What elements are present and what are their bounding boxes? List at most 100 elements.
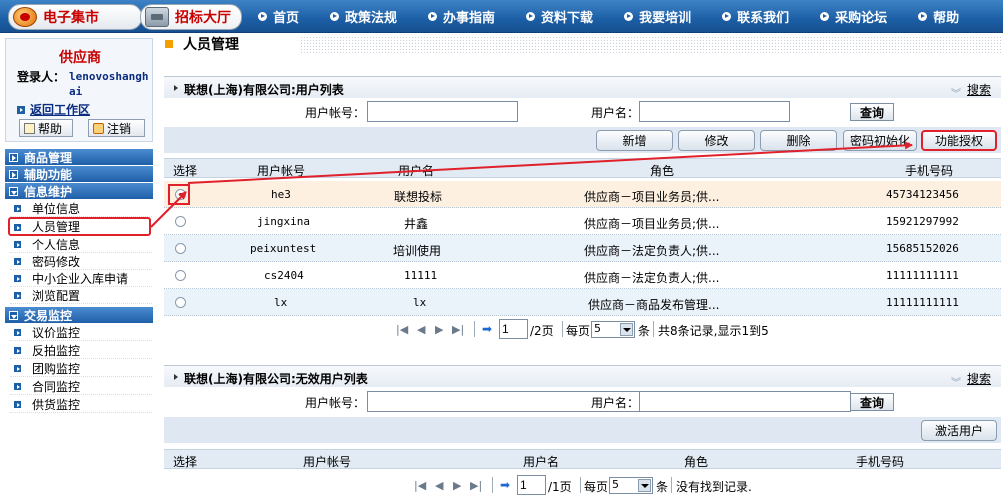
- per-page-value: 5: [612, 478, 619, 491]
- page-number-input[interactable]: [517, 475, 546, 495]
- menu-group-trade-monitor[interactable]: 交易监控: [5, 307, 153, 323]
- tab-e-mall-label: 电子集市: [43, 10, 99, 26]
- menu-item-bargain-monitor[interactable]: 议价监控: [10, 324, 152, 341]
- nav-menu: 首页 政策法规 办事指南 资料下载 我要培训 联系我们 采购论坛 帮助: [258, 0, 959, 33]
- per-page-select[interactable]: 5: [609, 477, 653, 494]
- bullet-square-icon: [14, 365, 21, 372]
- query-button[interactable]: 查询: [850, 103, 894, 121]
- nav-item-contact[interactable]: 联系我们: [722, 7, 789, 26]
- menu-item-label: 人员管理: [32, 220, 81, 234]
- col-name: 用户名: [398, 164, 435, 178]
- table-row[interactable]: he3 联想投标 供应商－项目业务员;供... 45734123456: [164, 181, 1001, 208]
- nav-item-label: 首页: [273, 11, 300, 26]
- function-authorize-button[interactable]: 功能授权: [921, 130, 997, 151]
- search-toggle-link[interactable]: 搜索: [967, 81, 991, 98]
- pager-divider: [580, 477, 581, 493]
- prev-page-icon[interactable]: ◀: [417, 323, 425, 336]
- tab-bid-hall[interactable]: 招标大厅: [140, 4, 242, 30]
- row-radio[interactable]: [175, 297, 186, 308]
- menu-item-label: 团购监控: [32, 361, 81, 376]
- first-page-icon[interactable]: |◀: [414, 479, 426, 492]
- main-content: 人员管理 联想(上海)有限公司:用户列表 ︾ 搜索 用户帐号： 用户名： 查询 …: [160, 34, 1003, 497]
- go-arrow-icon[interactable]: ➡: [482, 322, 492, 336]
- prev-page-icon[interactable]: ◀: [435, 479, 443, 492]
- invalid-user-toolbar: 激活用户: [164, 417, 1001, 443]
- menu-group-label: 商品管理: [24, 150, 73, 165]
- invalid-user-list-title: 联想(上海)有限公司:无效用户列表: [184, 372, 368, 386]
- first-page-icon[interactable]: |◀: [396, 323, 408, 336]
- page-number-input[interactable]: [499, 319, 528, 339]
- tab-e-mall[interactable]: 电子集市: [8, 4, 142, 30]
- cell-account: lx: [274, 296, 288, 309]
- row-radio[interactable]: [175, 189, 186, 200]
- nav-item-policy[interactable]: 政策法规: [330, 7, 397, 26]
- pager-divider: [562, 321, 563, 337]
- user-name-label: 用户名：: [591, 396, 640, 410]
- cell-role: 供应商－项目业务员;供...: [584, 217, 720, 231]
- nav-item-home[interactable]: 首页: [258, 7, 299, 26]
- search-toggle-link[interactable]: 搜索: [967, 370, 991, 387]
- table-row[interactable]: cs2404 11111 供应商－法定负责人;供... 11111111111: [164, 262, 1001, 289]
- reset-password-button[interactable]: 密码初始化: [843, 130, 917, 151]
- collapse-icon: [9, 186, 18, 196]
- go-arrow-icon[interactable]: ➡: [500, 478, 510, 492]
- cell-name: 井鑫: [404, 217, 429, 231]
- delete-button[interactable]: 删除: [760, 130, 837, 151]
- row-radio[interactable]: [175, 216, 186, 227]
- add-button[interactable]: 新增: [596, 130, 673, 151]
- last-page-icon[interactable]: ▶|: [452, 323, 464, 336]
- dropdown-arrow-icon: [620, 323, 633, 336]
- menu-item-label: 供货监控: [32, 397, 81, 412]
- col-select: 选择: [173, 164, 198, 178]
- collapse-icon: [9, 310, 18, 320]
- user-name-input[interactable]: [639, 101, 790, 122]
- menu-group-assist[interactable]: 辅助功能: [5, 166, 153, 182]
- per-page-select[interactable]: 5: [591, 321, 635, 338]
- menu-item-reverse-auction-monitor[interactable]: 反拍监控: [10, 342, 152, 359]
- last-page-icon[interactable]: ▶|: [470, 479, 482, 492]
- invalid-query-button[interactable]: 查询: [850, 393, 894, 411]
- menu-item-supply-monitor[interactable]: 供货监控: [10, 396, 152, 413]
- menu-item-group-buy-monitor[interactable]: 团购监控: [10, 360, 152, 377]
- back-to-workspace-link[interactable]: 返回工作区: [17, 101, 90, 118]
- col-phone: 手机号码: [856, 455, 905, 469]
- pager-divider: [671, 477, 672, 493]
- help-button[interactable]: 帮助: [19, 119, 73, 137]
- collapse-chevron-icon[interactable]: ︾: [951, 374, 961, 389]
- logout-button[interactable]: 注销: [88, 119, 145, 137]
- collapse-chevron-icon[interactable]: ︾: [951, 85, 961, 100]
- activate-user-button[interactable]: 激活用户: [921, 420, 997, 441]
- bullet-square-icon: [14, 205, 21, 212]
- table-row[interactable]: lx lx 供应商－商品发布管理... 11111111111: [164, 289, 1001, 316]
- menu-item-company-info[interactable]: 单位信息: [10, 200, 152, 217]
- menu-group-products[interactable]: 商品管理: [5, 149, 153, 165]
- cell-phone: 45734123456: [886, 188, 959, 201]
- bullet-icon: [722, 12, 732, 21]
- menu-item-contract-monitor[interactable]: 合同监控: [10, 378, 152, 395]
- menu-group-info[interactable]: 信息维护: [5, 183, 153, 199]
- menu-item-browse-config[interactable]: 浏览配置: [10, 287, 152, 304]
- menu-item-personal-info[interactable]: 个人信息: [10, 236, 152, 253]
- next-page-icon[interactable]: ▶: [453, 479, 461, 492]
- nav-item-training[interactable]: 我要培训: [624, 7, 691, 26]
- next-page-icon[interactable]: ▶: [435, 323, 443, 336]
- invalid-user-name-input[interactable]: [639, 391, 851, 412]
- bullet-icon: [330, 12, 340, 21]
- row-radio[interactable]: [175, 270, 186, 281]
- record-summary: 共8条记录,显示1到5: [658, 324, 769, 338]
- user-pager: |◀ ◀ ▶ ▶| ➡ /2页 每页 5 条 共8条记录,显示1到5: [164, 317, 1001, 343]
- edit-button[interactable]: 修改: [678, 130, 755, 151]
- menu-item-sme-apply[interactable]: 中小企业入库申请: [10, 270, 152, 287]
- nav-item-help[interactable]: 帮助: [918, 7, 959, 26]
- menu-item-label: 密码修改: [32, 254, 81, 269]
- bullet-square-icon: [14, 292, 21, 299]
- user-account-input[interactable]: [367, 101, 518, 122]
- nav-item-guide[interactable]: 办事指南: [428, 7, 495, 26]
- menu-item-password[interactable]: 密码修改: [10, 253, 152, 270]
- nav-item-forum[interactable]: 采购论坛: [820, 7, 887, 26]
- menu-item-staff-management[interactable]: 人员管理: [8, 217, 151, 236]
- row-radio[interactable]: [175, 243, 186, 254]
- table-row[interactable]: peixuntest 培训使用 供应商－法定负责人;供... 156851520…: [164, 235, 1001, 262]
- nav-item-downloads[interactable]: 资料下载: [526, 7, 593, 26]
- table-row[interactable]: jingxina 井鑫 供应商－项目业务员;供... 15921297992: [164, 208, 1001, 235]
